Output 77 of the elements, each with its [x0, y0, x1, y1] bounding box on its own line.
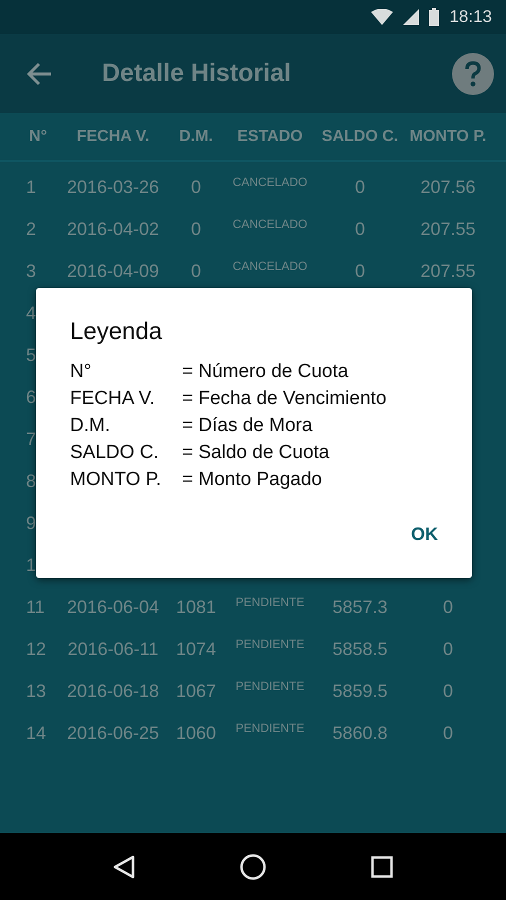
back-icon[interactable]: [112, 854, 135, 878]
clock-time: 18:13: [449, 7, 492, 27]
table-cell-text: 7: [25, 428, 38, 450]
table-cell-text: CANCELADO: [232, 258, 308, 273]
legend-meaning: = Saldo de Cuota: [182, 441, 330, 465]
column-header: SALDO C.: [320, 128, 400, 146]
table-cell-text: CANCELADO: [232, 216, 308, 231]
table-cell-text: 2016-04-02: [66, 218, 160, 240]
table-cell-text: 5857.3: [331, 596, 389, 618]
table-cell-text: 0: [190, 260, 202, 282]
table-cell-text: 14: [25, 722, 48, 744]
table-cell-text: 5858.5: [331, 638, 389, 660]
table-cell-text: 207.55: [419, 218, 477, 240]
legend-key: D.M.: [70, 414, 182, 438]
legend-key: MONTO P.: [70, 468, 182, 492]
table-cell-text: 2016-06-25: [66, 722, 160, 744]
ok-button[interactable]: OK: [401, 518, 448, 551]
legend-meaning: = Fecha de Vencimiento: [182, 387, 388, 411]
table-cell-text: 2016-06-18: [66, 680, 160, 702]
table-cell-text: 0: [442, 638, 454, 660]
table-cell-text: 0: [442, 722, 454, 744]
column-header: FECHA V.: [76, 128, 150, 146]
table-cell-text: PENDIENTE: [234, 636, 306, 651]
table-cell-text: 1081: [174, 596, 218, 618]
table-cell-text: 2016-03-26: [66, 176, 160, 198]
table-cell-text: 207.56: [419, 176, 477, 198]
table-cell-text: 0: [442, 680, 454, 702]
table-cell-text: 0: [354, 260, 366, 282]
table-cell-text: 2016-06-11: [66, 638, 160, 660]
table-cell-text: 1: [25, 176, 38, 198]
table-cell-text: 0: [190, 176, 202, 198]
table-cell-text: 1067: [174, 680, 218, 702]
table-cell-text: 6: [25, 386, 38, 408]
table-cell-text: 2: [25, 218, 38, 240]
table-cell-text: 207.55: [419, 260, 477, 282]
table-cell-text: 0: [190, 218, 202, 240]
table-cell-text: 0: [354, 176, 366, 198]
table-cell-text: PENDIENTE: [234, 720, 306, 735]
signal-icon: [403, 9, 420, 25]
table-cell-text: PENDIENTE: [234, 594, 306, 609]
legend-key: FECHA V.: [70, 387, 182, 411]
legend-key: N°: [70, 360, 182, 384]
home-icon[interactable]: [240, 854, 266, 880]
dialog-title: Leyenda: [70, 318, 164, 346]
table-cell-text: 9: [25, 512, 38, 534]
table-cell-text: 12: [25, 638, 48, 660]
column-header: D.M.: [178, 128, 214, 146]
table-cell-text: 4: [25, 302, 38, 324]
table-cell-text: 2016-06-04: [66, 596, 160, 618]
table-cell-text: 5859.5: [331, 680, 389, 702]
table-cell-text: 5860.8: [331, 722, 389, 744]
help-icon[interactable]: [452, 52, 494, 94]
table-cell-text: 2016-04-09: [66, 260, 160, 282]
legend-meaning: = Días de Mora: [182, 414, 314, 438]
table-cell-text: 11: [25, 596, 46, 618]
table-cell-text: 1074: [174, 638, 218, 660]
table-cell-text: 8: [25, 470, 38, 492]
back-arrow-icon[interactable]: [26, 62, 52, 86]
screen-title: Detalle Historial: [102, 59, 292, 88]
table-cell-text: 0: [442, 596, 454, 618]
column-header: MONTO P.: [408, 128, 488, 146]
table-cell-text: 13: [25, 680, 48, 702]
table-cell-text: 1: [25, 554, 38, 576]
battery-icon: [429, 8, 440, 26]
table-cell-text: CANCELADO: [232, 174, 308, 189]
table-cell-text: 1060: [174, 722, 218, 744]
recents-icon[interactable]: [371, 856, 394, 878]
table-cell-text: 5: [25, 344, 38, 366]
table-cell-text: 3: [25, 260, 38, 282]
wifi-icon: [371, 9, 394, 25]
legend-meaning: = Número de Cuota: [182, 360, 350, 384]
table-cell-text: PENDIENTE: [234, 678, 306, 693]
legend-meaning: = Monto Pagado: [182, 468, 323, 492]
column-header: N°: [28, 128, 48, 146]
legend-key: SALDO C.: [70, 441, 182, 465]
column-header: ESTADO: [236, 128, 304, 146]
table-cell-text: 0: [354, 218, 366, 240]
